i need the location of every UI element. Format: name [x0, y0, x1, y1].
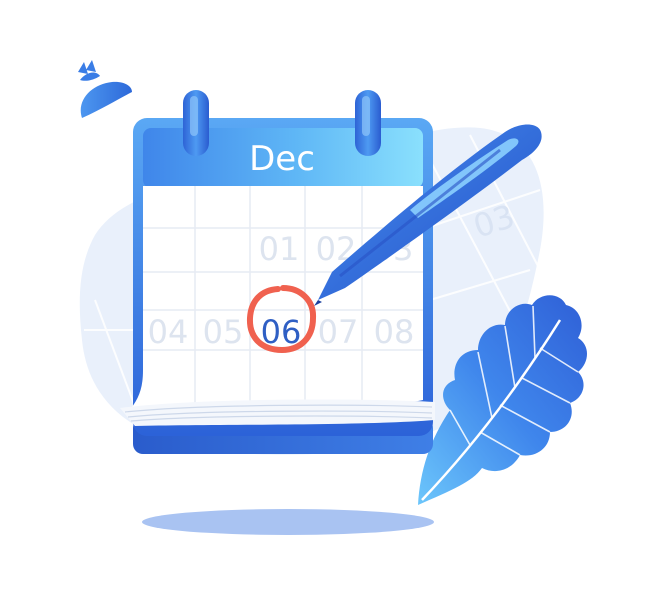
calendar-illustration: 03 Dec 01 02 04 05 07 08 06: [0, 0, 660, 600]
calendar-day: 05: [203, 313, 244, 351]
calendar-month: Dec: [249, 139, 315, 179]
bird-icon: [78, 60, 132, 118]
calendar-day: 07: [318, 313, 359, 351]
calendar-pen-scene: 03 Dec 01 02 04 05 07 08 06: [78, 60, 587, 535]
calendar-icon: Dec 01 02 03 04 05 07 08 06: [120, 90, 435, 454]
calendar-page: [128, 186, 423, 412]
ring-highlight: [190, 96, 198, 136]
ring-highlight: [362, 96, 370, 136]
calendar-day: 08: [374, 313, 415, 351]
ground-shadow: [142, 509, 434, 535]
calendar-day: 01: [259, 230, 300, 268]
calendar-day: 04: [148, 313, 189, 351]
highlighted-day: 06: [261, 313, 302, 351]
